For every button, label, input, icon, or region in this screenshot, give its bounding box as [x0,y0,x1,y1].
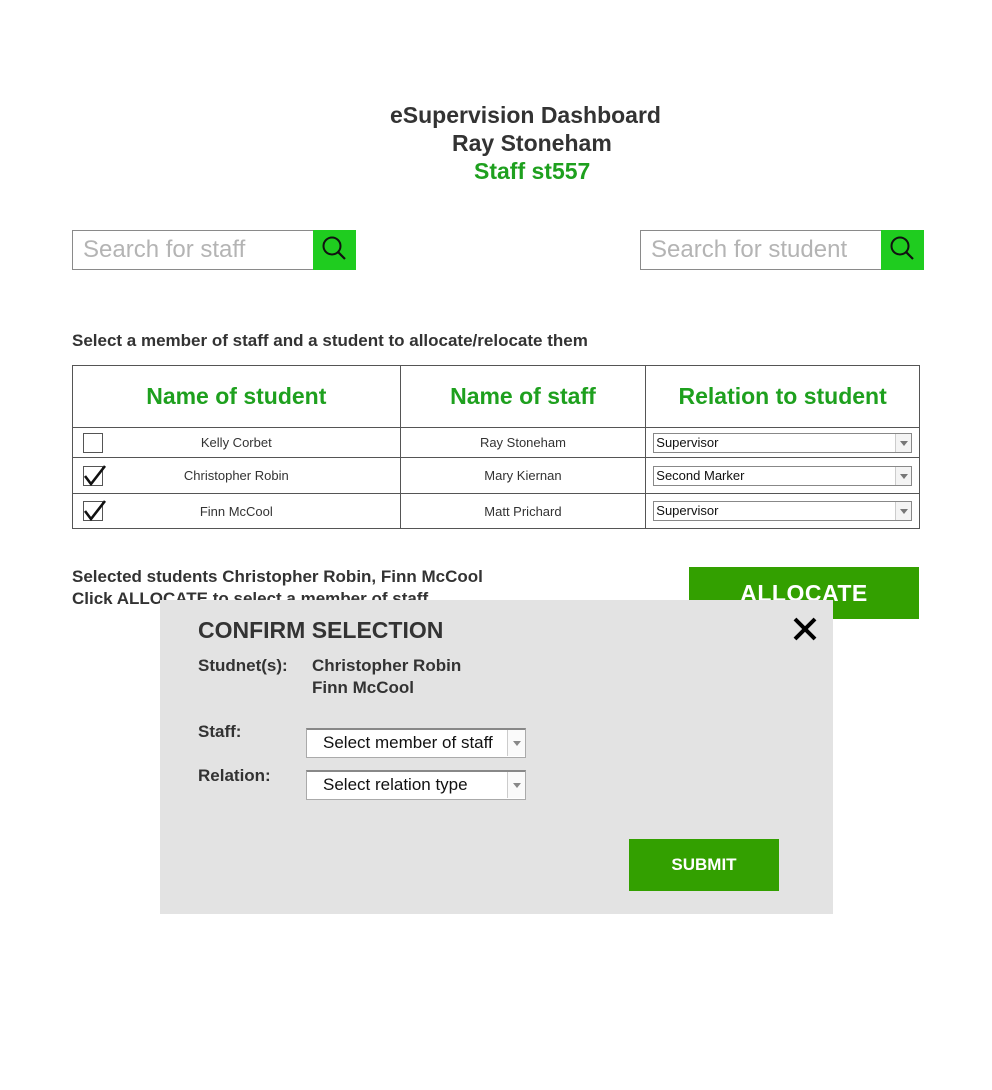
column-header-staff: Name of staff [399,365,647,428]
selected-student-name: Christopher Robin [312,656,462,675]
page-title: eSupervision Dashboard [390,102,661,128]
staff-cell: Matt Prichard [399,493,647,529]
table-row: Christopher Robin Mary Kiernan Second Ma… [72,457,920,494]
table-header-row: Name of student Name of staff Relation t… [72,365,920,428]
selected-student-name: Finn McCool [312,678,414,697]
chevron-down-icon [895,466,911,485]
relation-cell: Supervisor [645,493,920,529]
instruction-text: Select a member of staff and a student t… [72,331,588,350]
row-checkbox[interactable] [83,500,107,522]
chevron-down-icon [507,772,525,798]
student-search-button[interactable] [881,230,924,270]
close-icon [793,617,817,641]
student-cell: Christopher Robin [72,457,401,494]
checkmark-icon [83,500,107,522]
relation-select-value: Select relation type [323,775,468,794]
staff-cell: Ray Stoneham [399,427,647,458]
allocation-table: Name of student Name of staff Relation t… [72,365,920,529]
staff-search-input[interactable] [73,231,313,269]
student-cell: Finn McCool [72,493,401,529]
chevron-down-icon [507,730,525,756]
staff-select-value: Select member of staff [323,733,493,752]
staff-cell: Mary Kiernan [399,457,647,494]
selected-students-text: Selected students Christopher Robin, Fin… [72,567,483,586]
chevron-down-icon [895,502,911,520]
row-checkbox[interactable] [83,464,107,486]
search-icon [322,236,346,260]
column-header-student: Name of student [72,365,401,428]
column-header-relation: Relation to student [645,365,920,428]
staff-id: Staff st557 [474,158,591,184]
relation-dropdown[interactable]: Supervisor [653,501,912,521]
relation-cell: Second Marker [645,457,920,494]
students-label: Studnet(s): [198,656,288,675]
table-row: Finn McCool Matt Prichard Supervisor [72,493,920,529]
chevron-down-icon [895,433,911,452]
relation-cell: Supervisor [645,427,920,458]
checkmark-icon [83,464,107,486]
table-row: Kelly Corbet Ray Stoneham Supervisor [72,427,920,458]
relation-select[interactable]: Select relation type [306,770,526,800]
search-icon [890,236,914,260]
relation-value: Supervisor [656,503,719,518]
relation-dropdown[interactable]: Supervisor [653,432,912,453]
student-name: Christopher Robin [183,468,289,483]
relation-value: Supervisor [656,434,719,450]
student-search-box [640,230,924,270]
staff-search-box [72,230,356,270]
student-name: Kelly Corbet [200,435,272,450]
relation-label: Relation: [198,766,271,785]
dialog-title: CONFIRM SELECTION [198,617,444,643]
user-name: Ray Stoneham [452,130,612,156]
staff-search-button[interactable] [313,230,356,270]
row-checkbox[interactable] [83,432,103,453]
student-cell: Kelly Corbet [72,427,401,458]
relation-value: Second Marker [656,467,745,483]
staff-select[interactable]: Select member of staff [306,728,526,758]
student-name: Finn McCool [199,503,273,519]
submit-button[interactable]: SUBMIT [629,839,779,891]
relation-dropdown[interactable]: Second Marker [653,465,912,486]
confirm-selection-dialog: CONFIRM SELECTION Studnet(s): Christophe… [160,600,833,914]
close-button[interactable] [792,616,818,647]
student-search-input[interactable] [641,231,881,269]
staff-label: Staff: [198,722,242,741]
